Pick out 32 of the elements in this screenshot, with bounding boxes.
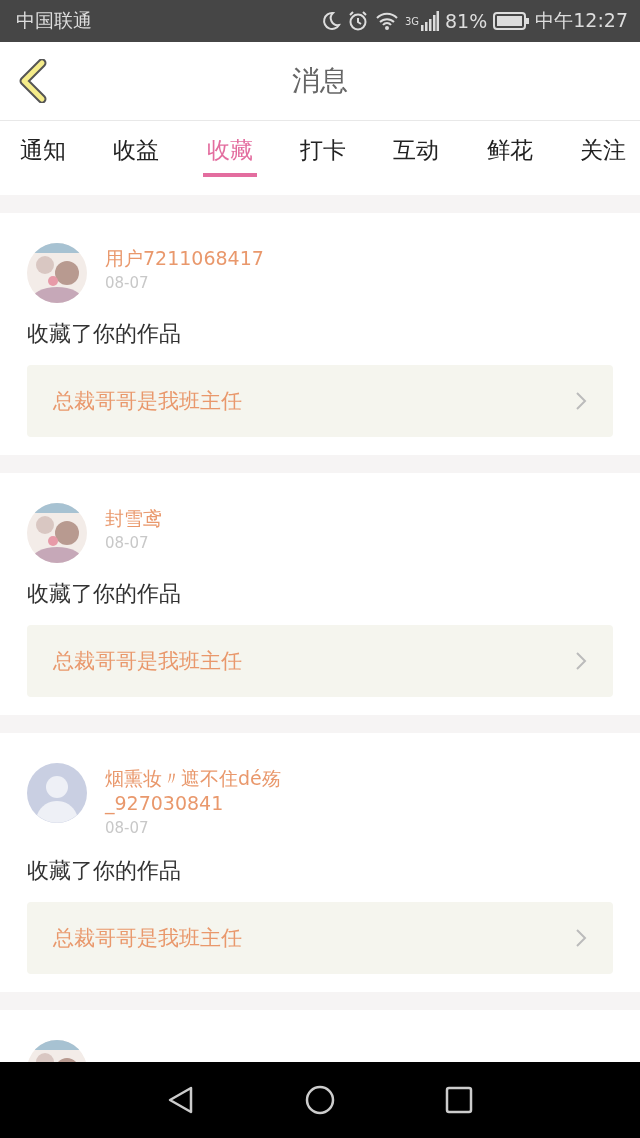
carrier-name: 中国联通 [16, 8, 92, 33]
signal-icon [421, 11, 439, 31]
user-name[interactable]: 烟熏妆〃遮不住dé殇_927030841 [105, 766, 325, 816]
user-name[interactable]: 用户7211068417 [105, 246, 325, 271]
message-text: 收藏了你的作品 [27, 580, 182, 608]
user-name[interactable]: 封雪鸢 [105, 506, 325, 531]
chevron-right-icon [575, 928, 587, 948]
chevron-right-icon [575, 651, 587, 671]
tab[interactable]: 打卡 [296, 121, 350, 177]
work-link[interactable]: 总裁哥哥是我班主任 [27, 902, 613, 974]
tab[interactable]: 收藏 [202, 121, 257, 177]
tab[interactable]: 关注 [575, 121, 630, 177]
tab[interactable]: 互动 [389, 121, 444, 177]
work-link[interactable]: 总裁哥哥是我班主任 [27, 365, 613, 437]
tab[interactable]: 鲜花 [482, 121, 537, 177]
page-title: 消息 [292, 63, 348, 99]
recents-nav-icon[interactable] [445, 1086, 473, 1114]
message-text: 收藏了你的作品 [27, 320, 182, 348]
battery-icon [493, 12, 530, 30]
back-nav-icon[interactable] [167, 1085, 195, 1115]
work-link[interactable]: 总裁哥哥是我班主任 [27, 625, 613, 697]
message-text: 收藏了你的作品 [27, 857, 182, 885]
wifi-icon [374, 11, 399, 31]
clock: 中午12:27 [535, 8, 628, 33]
default-avatar-icon [27, 763, 87, 823]
home-nav-icon[interactable] [305, 1085, 335, 1115]
network-type: 3G [404, 16, 419, 27]
moon-icon [320, 11, 341, 31]
tab[interactable]: 收益 [109, 121, 164, 177]
tab[interactable]: 通知 [16, 121, 70, 177]
chevron-right-icon [575, 391, 587, 411]
battery-percent: 81% [445, 10, 488, 32]
